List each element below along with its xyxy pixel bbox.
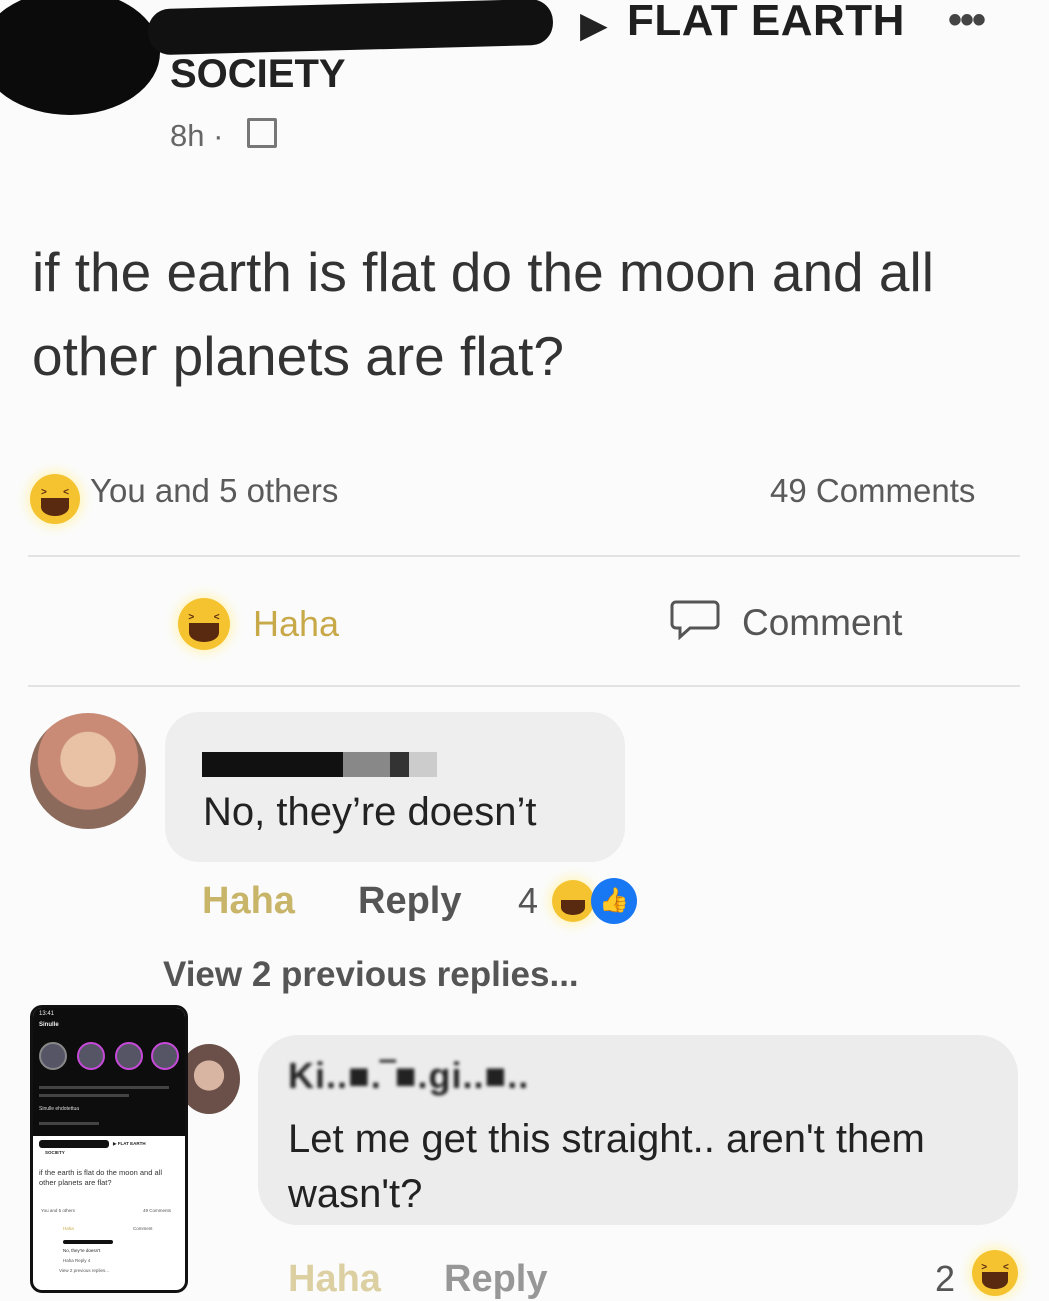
comments-count[interactable]: 49 Comments [770,472,975,510]
group-name[interactable]: FLAT EARTH [627,0,905,46]
comment-haha-button[interactable]: Haha [202,880,295,923]
haha-emoji-icon[interactable]: > < [178,598,230,650]
comment-button[interactable]: Comment [742,602,902,644]
phone-comment-text: No, they're doesn't [63,1248,101,1253]
phone-view-previous: View 2 previous replies... [59,1268,109,1273]
view-previous-replies[interactable]: View 2 previous replies... [163,955,579,995]
phone-section-label: Sinulle ehdotettua [39,1106,80,1112]
comment-icon[interactable] [670,598,720,640]
phone-feed-title: Sinulle [39,1022,59,1028]
phone-comments-count: 49 Comments [143,1208,172,1213]
like-icon: 👍 [591,878,637,924]
phone-text-line [39,1094,129,1097]
comment-text: No, they’re doesn’t [203,790,537,834]
post-time-value[interactable]: 8h [170,118,204,153]
haha-emoji-icon[interactable]: > < [30,474,80,524]
phone-society: SOCIETY [45,1150,65,1155]
story-avatar [115,1042,143,1070]
more-icon[interactable]: ••• [948,0,986,43]
divider [28,555,1020,557]
group-name-continued[interactable]: SOCIETY [170,52,346,97]
haha-emoji-icon: > < [972,1250,1018,1296]
phone-status-time: 13:41 [39,1011,55,1017]
commenter-name[interactable]: Ki..■.‾■.gi..■.. [288,1055,529,1097]
redacted-commenter-name [202,752,437,777]
separator-dot: · [213,118,224,153]
reactions-summary[interactable]: You and 5 others [90,472,338,510]
phone-group-name: ▶ FLAT EARTH [113,1141,146,1146]
redacted-commenter-name [63,1240,113,1244]
comment-reaction-count[interactable]: 2 [935,1258,955,1300]
divider [28,685,1020,687]
globe-icon [247,118,277,148]
post-body: if the earth is flat do the moon and all… [32,241,934,387]
phone-post-body: if the earth is flat do the moon and all… [39,1168,162,1187]
haha-button[interactable]: Haha [253,603,339,645]
phone-reactions-summary: You and 5 others [41,1208,75,1213]
inset-phone-screenshot: 13:41 Sinulle Sinulle ehdotettua ▶ FLAT … [30,1005,188,1293]
comment-text: Let me get this straight.. aren't them w… [288,1117,925,1216]
arrow-icon: ▶ [580,4,608,45]
redacted-author-name [147,0,554,56]
avatar[interactable] [30,713,146,829]
phone-text-line [39,1086,169,1089]
redacted-avatar [0,0,160,115]
phone-haha-button: Haha [63,1226,74,1231]
comment-reaction-count[interactable]: 4 [518,880,538,922]
story-avatar [39,1042,67,1070]
phone-text-line [39,1122,99,1125]
phone-dark-header: 13:41 Sinulle Sinulle ehdotettua [33,1008,185,1136]
comment-reply-button[interactable]: Reply [358,880,461,923]
redacted-author-name [39,1140,109,1148]
phone-comment-button: Comment [133,1226,153,1231]
comment-bubble [165,712,625,862]
story-avatar [151,1042,179,1070]
haha-emoji-icon [552,880,594,922]
story-avatar [77,1042,105,1070]
phone-comment-actions: Haha Reply 4 [63,1258,91,1263]
post-time[interactable]: 8h · [170,118,223,154]
